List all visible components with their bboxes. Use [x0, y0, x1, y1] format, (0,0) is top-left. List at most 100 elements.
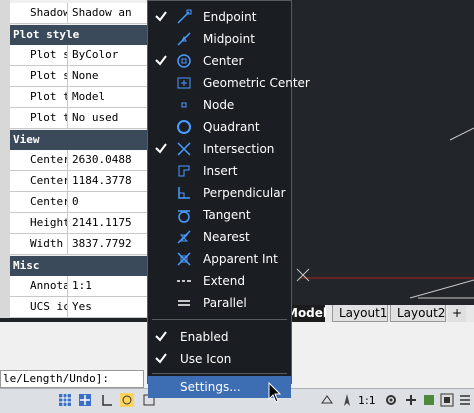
property-label: Plot st...: [10, 66, 68, 87]
palette-title-strip[interactable]: [0, 0, 10, 318]
intersection-icon: [177, 142, 191, 156]
property-row-shadow[interactable]: Shadow ... Shadow an: [10, 3, 150, 24]
menu-item-label: Tangent: [203, 208, 251, 222]
annotation-scale-icon[interactable]: [340, 393, 354, 407]
isodraft-icon[interactable]: [320, 393, 334, 407]
checkmark-icon: [155, 143, 167, 154]
object-snap-context-menu: Endpoint Midpoint Center Geometric Cente…: [147, 0, 310, 398]
menu-item-label: Perpendicular: [203, 186, 286, 200]
property-value[interactable]: 0: [68, 192, 150, 213]
property-row[interactable]: Plot ta... Model: [10, 87, 150, 108]
property-value[interactable]: Shadow an: [68, 3, 150, 24]
menu-item-label: Midpoint: [203, 32, 255, 46]
property-row[interactable]: Width 3837.7792: [10, 234, 150, 255]
snap-mode-icon[interactable]: [78, 393, 92, 407]
property-label: Center X: [10, 150, 68, 171]
apparent-intersection-icon: [177, 252, 191, 266]
property-value[interactable]: Model: [68, 87, 150, 108]
property-value[interactable]: Yes: [68, 297, 150, 318]
property-label: Center Z: [10, 192, 68, 213]
menu-item-label: Apparent Int: [203, 252, 278, 266]
section-header-view[interactable]: View: [10, 130, 150, 150]
property-row[interactable]: Center X 2630.0488: [10, 150, 150, 171]
isolate-objects-icon[interactable]: [422, 393, 436, 407]
property-label: Center Y: [10, 171, 68, 192]
menu-item-tangent[interactable]: Tangent: [148, 204, 291, 226]
layout-tabs: Model Layout1 Layout2 +: [280, 305, 474, 322]
menu-item-label: Endpoint: [203, 10, 257, 24]
property-label: Shadow ...: [10, 3, 68, 24]
property-row[interactable]: Plot st... None: [10, 66, 150, 87]
plus-icon[interactable]: [404, 393, 418, 407]
section-header-plot-style[interactable]: Plot style: [10, 25, 150, 45]
menu-item-label: Nearest: [203, 230, 250, 244]
clean-screen-icon[interactable]: [440, 393, 454, 407]
polar-tracking-icon[interactable]: [120, 393, 134, 407]
extend-icon: [177, 280, 191, 282]
grid-icon[interactable]: [58, 393, 72, 407]
menu-item-insert[interactable]: Insert: [148, 160, 291, 182]
property-row[interactable]: Plot ta... No used: [10, 108, 150, 129]
menu-item-use-icon[interactable]: Use Icon: [148, 348, 291, 370]
checkmark-icon: [155, 331, 167, 342]
menu-separator: [152, 319, 287, 320]
property-row[interactable]: Center Z 0: [10, 192, 150, 213]
tab-layout2[interactable]: Layout2: [390, 305, 446, 322]
property-row[interactable]: Height 2141.1175: [10, 213, 150, 234]
menu-item-node[interactable]: Node: [148, 94, 291, 116]
geometric-center-icon: [177, 77, 191, 89]
property-value[interactable]: 1:1: [68, 276, 150, 297]
menu-item-label: Settings...: [180, 380, 241, 394]
property-label: Plot style: [10, 45, 68, 66]
menu-item-label: Use Icon: [180, 352, 232, 366]
customize-menu-icon[interactable]: [458, 393, 472, 407]
menu-item-label: Enabled: [180, 330, 229, 344]
property-label: Plot ta...: [10, 87, 68, 108]
property-value[interactable]: 3837.7792: [68, 234, 150, 255]
center-icon: [177, 54, 191, 68]
property-row[interactable]: UCS ico... Yes: [10, 297, 150, 318]
menu-item-enabled[interactable]: Enabled: [148, 326, 291, 348]
property-row[interactable]: Plot style ByColor: [10, 45, 150, 66]
menu-item-extend[interactable]: Extend: [148, 270, 291, 292]
property-row[interactable]: Center Y 1184.3778: [10, 171, 150, 192]
properties-palette: Shadow ... Shadow an Plot style Plot sty…: [0, 0, 150, 318]
menu-item-quadrant[interactable]: Quadrant: [148, 116, 291, 138]
perpendicular-icon: [178, 187, 190, 199]
insert-icon: [178, 165, 190, 177]
property-label: Width: [10, 234, 68, 255]
tab-layout1[interactable]: Layout1: [332, 305, 388, 322]
menu-item-apparent-int[interactable]: Apparent Int: [148, 248, 291, 270]
quadrant-icon: [177, 120, 191, 134]
property-value[interactable]: 1184.3778: [68, 171, 150, 192]
parallel-icon: [178, 300, 190, 306]
nearest-icon: [177, 230, 191, 244]
menu-item-center[interactable]: Center: [148, 50, 291, 72]
menu-item-midpoint[interactable]: Midpoint: [148, 28, 291, 50]
ortho-icon[interactable]: [100, 393, 114, 407]
annotation-scale-value[interactable]: 1:1: [358, 394, 376, 407]
property-row[interactable]: Annotat... 1:1: [10, 276, 150, 297]
checkmark-icon: [155, 353, 167, 364]
property-value[interactable]: 2141.1175: [68, 213, 150, 234]
command-line-input[interactable]: le/Length/Undo]:: [0, 370, 144, 388]
property-value[interactable]: No used: [68, 108, 150, 129]
property-label: Plot ta...: [10, 108, 68, 129]
property-value[interactable]: None: [68, 66, 150, 87]
menu-item-label: Quadrant: [203, 120, 260, 134]
checkmark-icon: [155, 55, 167, 66]
property-label: UCS ico...: [10, 297, 68, 318]
menu-item-nearest[interactable]: Nearest: [148, 226, 291, 248]
property-value[interactable]: 2630.0488: [68, 150, 150, 171]
property-value[interactable]: ByColor: [68, 45, 150, 66]
property-label: Height: [10, 213, 68, 234]
menu-item-label: Geometric Center: [203, 76, 310, 90]
add-layout-button[interactable]: +: [448, 305, 466, 322]
gear-icon[interactable]: [384, 393, 398, 407]
section-header-misc[interactable]: Misc: [10, 256, 150, 276]
menu-item-perpendicular[interactable]: Perpendicular: [148, 182, 291, 204]
menu-item-geometric-center[interactable]: Geometric Center: [148, 72, 310, 94]
menu-item-parallel[interactable]: Parallel: [148, 292, 291, 314]
menu-item-endpoint[interactable]: Endpoint: [148, 6, 291, 28]
menu-item-intersection[interactable]: Intersection: [148, 138, 291, 160]
